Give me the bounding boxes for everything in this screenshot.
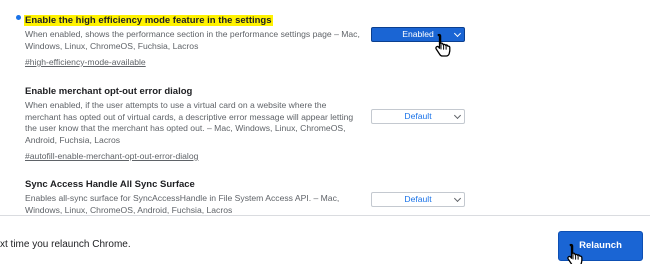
- flag-state-select[interactable]: Default: [371, 109, 465, 124]
- flag-description: When enabled, if the user attempts to us…: [25, 100, 354, 145]
- flag-description: Enables all-sync surface for SyncAccessH…: [25, 193, 340, 214]
- chevron-down-icon: [453, 29, 462, 38]
- chevron-down-icon: [453, 194, 462, 203]
- select-value: Default: [404, 194, 432, 204]
- chevron-down-icon: [453, 111, 462, 120]
- footer-divider: [0, 215, 650, 216]
- flag-permalink[interactable]: #autofill-enable-merchant-opt-out-error-…: [25, 150, 198, 162]
- flag-title: Enable merchant opt-out error dialog: [25, 86, 193, 97]
- flags-list: Enable the high efficiency mode feature …: [0, 0, 650, 214]
- chrome-flags-page: Enable the high efficiency mode feature …: [0, 0, 650, 264]
- hand-pointer-cursor-icon: [435, 33, 451, 57]
- select-value: Enabled: [402, 29, 434, 39]
- flag-sync-access-handle: Sync Access Handle All Sync Surface Enab…: [25, 174, 625, 214]
- bullet-dot-icon: [16, 15, 21, 20]
- flag-title: Enable the high efficiency mode feature …: [24, 15, 273, 26]
- flag-description: When enabled, shows the performance sect…: [25, 29, 360, 51]
- select-value: Default: [404, 111, 432, 121]
- flag-permalink[interactable]: #high-efficiency-mode-available: [25, 56, 146, 68]
- flag-high-efficiency-mode: Enable the high efficiency mode feature …: [24, 10, 625, 70]
- hand-pointer-cursor-icon: [567, 243, 583, 264]
- relaunch-message: xt time you relaunch Chrome.: [0, 239, 131, 250]
- flag-title: Sync Access Handle All Sync Surface: [25, 179, 195, 190]
- flag-merchant-opt-out: Enable merchant opt-out error dialog Whe…: [25, 81, 625, 164]
- flag-state-select[interactable]: Default: [371, 192, 465, 207]
